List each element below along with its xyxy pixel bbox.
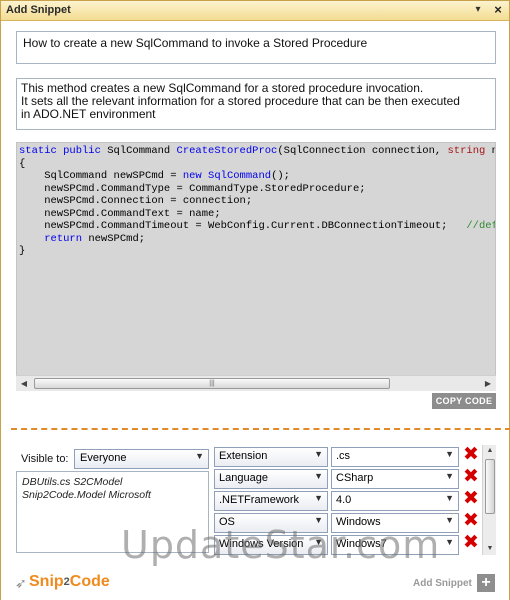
property-key: Extension	[219, 450, 268, 462]
code-line: newSPCmd.CommandText = name;	[19, 207, 221, 220]
pin-icon[interactable]: ▾	[471, 3, 485, 17]
property-value: CSharp	[336, 472, 374, 484]
chevron-down-icon: ▼	[445, 471, 454, 481]
add-snippet-label[interactable]: Add Snippet	[413, 578, 472, 589]
code-line: static public SqlCommand CreateStoredPro…	[19, 145, 495, 157]
code-line: }	[19, 245, 26, 257]
snip2code-logo[interactable]: ➶ Snip2Code	[15, 573, 110, 591]
remove-property-icon[interactable]: ✖	[462, 511, 480, 531]
property-key: Language	[219, 472, 268, 484]
scroll-up-icon[interactable]: ▲	[483, 445, 497, 457]
property-value-select[interactable]: .cs ▼	[331, 447, 459, 467]
code-line: newSPCmd.CommandType = CommandType.Store…	[19, 182, 366, 195]
remove-property-icon[interactable]: ✖	[462, 533, 480, 553]
watermark: UpdateStar.com	[121, 523, 441, 567]
property-value: 4.0	[336, 494, 352, 506]
visibility-select[interactable]: Everyone ▼	[74, 449, 209, 469]
window-title: Add Snippet	[6, 4, 71, 16]
close-icon[interactable]: ×	[490, 2, 506, 18]
horizontal-scrollbar[interactable]: ◀ ||| ▶	[16, 375, 496, 391]
chevron-down-icon: ▼	[445, 493, 454, 503]
scroll-down-icon[interactable]: ▼	[483, 543, 497, 555]
copy-code-button[interactable]: COPY CODE	[432, 393, 496, 409]
code-line: {	[19, 157, 26, 170]
logo-text-code: Code	[69, 573, 110, 590]
remove-property-icon[interactable]: ✖	[462, 445, 480, 465]
chevron-down-icon: ▼	[195, 451, 204, 461]
add-snippet-window: Add Snippet ▾ × How to create a new SqlC…	[0, 0, 510, 600]
property-value-select[interactable]: CSharp ▼	[331, 469, 459, 489]
scroll-left-icon[interactable]: ◀	[16, 376, 32, 392]
chevron-down-icon: ▼	[314, 493, 323, 503]
scrollbar-thumb[interactable]	[485, 459, 495, 514]
add-snippet-button[interactable]: +	[477, 574, 495, 592]
snippet-description-input[interactable]: This method creates a new SqlCommand for…	[16, 78, 496, 130]
remove-property-icon[interactable]: ✖	[462, 489, 480, 509]
logo-text-snip: Snip	[29, 573, 64, 590]
chevron-down-icon: ▼	[314, 449, 323, 459]
properties-scrollbar[interactable]: ▲ ▼	[482, 445, 496, 555]
chevron-down-icon: ▼	[445, 515, 454, 525]
property-key-select[interactable]: .NETFramework ▼	[214, 491, 328, 511]
code-line: SqlCommand newSPCmd = new SqlCommand();	[19, 170, 290, 182]
title-bar: Add Snippet ▾ ×	[1, 1, 509, 21]
code-text[interactable]: static public SqlCommand CreateStoredPro…	[19, 145, 495, 258]
property-key-select[interactable]: Language ▼	[214, 469, 328, 489]
cursor-logo-icon: ➶	[15, 575, 27, 591]
code-line: return newSPCmd;	[44, 232, 146, 245]
chevron-down-icon: ▼	[445, 449, 454, 459]
scrollbar-thumb[interactable]: |||	[34, 378, 390, 389]
code-editor[interactable]: static public SqlCommand CreateStoredPro…	[16, 142, 496, 390]
visibility-value: Everyone	[80, 452, 127, 464]
code-line: newSPCmd.Connection = connection;	[19, 195, 253, 207]
visible-to-label: Visible to:	[21, 453, 69, 465]
property-key: .NETFramework	[219, 494, 300, 506]
snippet-title-input[interactable]: How to create a new SqlCommand to invoke…	[16, 31, 496, 64]
description-line: in ADO.NET environment	[21, 107, 156, 121]
property-value: .cs	[336, 450, 351, 462]
section-divider	[11, 428, 510, 430]
chevron-down-icon: ▼	[314, 471, 323, 481]
code-line: newSPCmd.CommandTimeout = WebConfig.Curr…	[19, 220, 495, 232]
property-key-select[interactable]: Extension ▼	[214, 447, 328, 467]
footer-bar: ➶ Snip2Code Add Snippet +	[1, 567, 509, 600]
remove-property-icon[interactable]: ✖	[462, 467, 480, 487]
scroll-right-icon[interactable]: ▶	[480, 376, 496, 392]
chevron-down-icon: ▼	[445, 537, 454, 547]
property-value-select[interactable]: 4.0 ▼	[331, 491, 459, 511]
